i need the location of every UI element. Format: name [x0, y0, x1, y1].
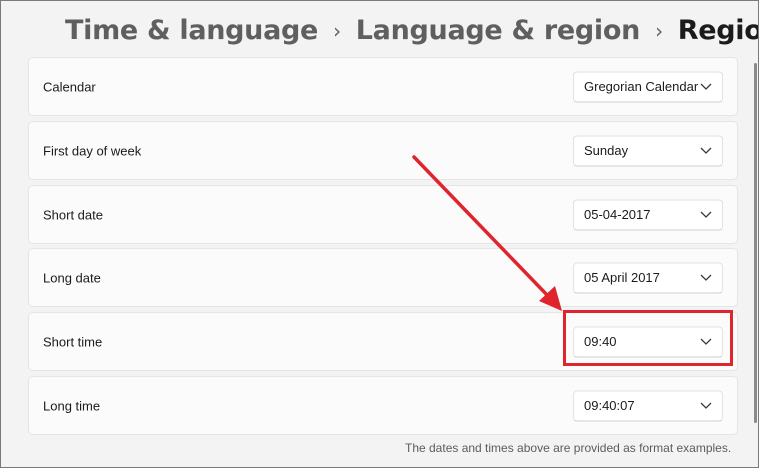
long-date-dropdown[interactable]: 05 April 2017	[573, 262, 723, 293]
dropdown-value: 09:40:07	[584, 398, 635, 413]
chevron-down-icon	[700, 211, 712, 218]
chevron-down-icon	[700, 83, 712, 90]
breadcrumb-language-region[interactable]: Language & region	[356, 15, 641, 46]
settings-window: Time & language › Language & region › Re…	[0, 0, 759, 468]
chevron-right-icon: ›	[655, 18, 663, 43]
setting-label: Short date	[43, 207, 103, 222]
setting-label: First day of week	[43, 143, 142, 158]
page-title: Regional format	[677, 15, 758, 46]
setting-label: Long time	[43, 398, 101, 413]
scrollbar[interactable]	[754, 63, 757, 423]
setting-row-short-date: Short date 05-04-2017	[28, 185, 738, 244]
long-time-dropdown[interactable]: 09:40:07	[573, 390, 723, 421]
dropdown-value: 05-04-2017	[584, 207, 651, 222]
short-date-dropdown[interactable]: 05-04-2017	[573, 199, 723, 230]
first-day-of-week-dropdown[interactable]: Sunday	[573, 135, 723, 166]
chevron-down-icon	[700, 147, 712, 154]
setting-label: Short time	[43, 334, 103, 349]
dropdown-value: Gregorian Calendar	[584, 79, 699, 94]
annotation-highlight-box	[563, 310, 733, 366]
setting-label: Calendar	[43, 79, 96, 94]
chevron-down-icon	[700, 402, 712, 409]
dropdown-value: Sunday	[584, 143, 629, 158]
setting-row-long-date: Long date 05 April 2017	[28, 248, 738, 307]
setting-label: Long date	[43, 270, 101, 285]
format-examples-note: The dates and times above are provided a…	[405, 441, 732, 455]
setting-row-calendar: Calendar Gregorian Calendar	[28, 57, 738, 116]
setting-row-long-time: Long time 09:40:07	[28, 376, 738, 435]
setting-row-first-day-of-week: First day of week Sunday	[28, 121, 738, 180]
chevron-right-icon: ›	[333, 18, 341, 43]
dropdown-value: 05 April 2017	[584, 270, 660, 285]
breadcrumb: Time & language › Language & region › Re…	[65, 15, 758, 46]
calendar-dropdown[interactable]: Gregorian Calendar	[573, 71, 723, 102]
chevron-down-icon	[700, 274, 712, 281]
breadcrumb-time-language[interactable]: Time & language	[65, 15, 318, 46]
